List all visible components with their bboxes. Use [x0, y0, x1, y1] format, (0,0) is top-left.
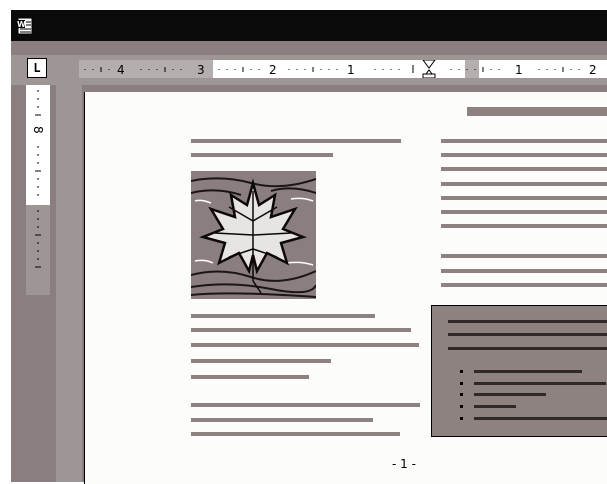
text-line: [441, 283, 607, 287]
list-item: [474, 393, 546, 396]
tab-selector-button[interactable]: L: [27, 58, 47, 78]
sidebar-textbox[interactable]: [431, 305, 607, 437]
bullet-icon: [460, 405, 463, 408]
text-line: [191, 403, 420, 407]
text-line: [448, 320, 607, 323]
text-line: [191, 153, 333, 157]
ruler-number: 2: [269, 63, 277, 77]
text-line: [191, 418, 373, 422]
word-document-icon[interactable]: W: [15, 16, 37, 36]
left-margin-area: [56, 85, 82, 482]
text-line: [191, 343, 419, 347]
text-line: [191, 139, 401, 143]
title-bar: W: [11, 10, 607, 41]
indent-marker-icon[interactable]: [422, 60, 436, 78]
bullet-icon: [460, 382, 463, 385]
text-line: [441, 254, 607, 258]
text-line: [441, 139, 607, 143]
list-item: [474, 382, 606, 385]
text-line: [191, 432, 400, 436]
ruler-number: 1: [515, 63, 523, 77]
vertical-ruler[interactable]: 8: [26, 85, 50, 295]
ruler-number: 3: [197, 63, 205, 77]
ruler-number: 4: [117, 63, 125, 77]
ruler-ticks: 4 3 2 1 1 2: [84, 60, 597, 78]
text-line: [448, 347, 607, 350]
bullet-icon: [460, 393, 463, 396]
ruler-number: 1: [347, 63, 355, 77]
header-line: [467, 107, 607, 116]
text-line: [441, 182, 607, 186]
text-line: [441, 167, 607, 171]
vertical-ruler-number: 8: [31, 126, 45, 134]
text-line: [191, 314, 375, 318]
text-line: [441, 224, 607, 228]
text-line: [448, 333, 607, 336]
word-window: W L 4 3 2 1 1 2 8 - 1 -: [11, 10, 607, 484]
list-item: [474, 370, 582, 373]
bullet-icon: [460, 417, 463, 420]
text-line: [441, 210, 607, 214]
text-line: [191, 375, 309, 379]
text-line: [191, 328, 411, 332]
list-item: [474, 405, 516, 408]
page-number: - 1 -: [392, 457, 416, 471]
bullet-icon: [460, 370, 463, 373]
ruler-number: 2: [589, 63, 597, 77]
vertical-ruler-margin: [26, 205, 50, 295]
document-page[interactable]: - 1 -: [84, 92, 607, 484]
ruler-bar: L 4 3 2 1 1 2: [11, 55, 607, 85]
svg-text:W: W: [17, 20, 26, 29]
list-item: [474, 417, 607, 420]
text-line: [441, 153, 607, 157]
horizontal-ruler[interactable]: 4 3 2 1 1 2: [79, 60, 607, 78]
text-line: [441, 269, 607, 273]
text-line: [441, 196, 607, 200]
maple-leaf-clipart[interactable]: [191, 171, 316, 299]
vertical-ruler-margin-ticks: [35, 210, 41, 268]
text-line: [191, 359, 331, 363]
